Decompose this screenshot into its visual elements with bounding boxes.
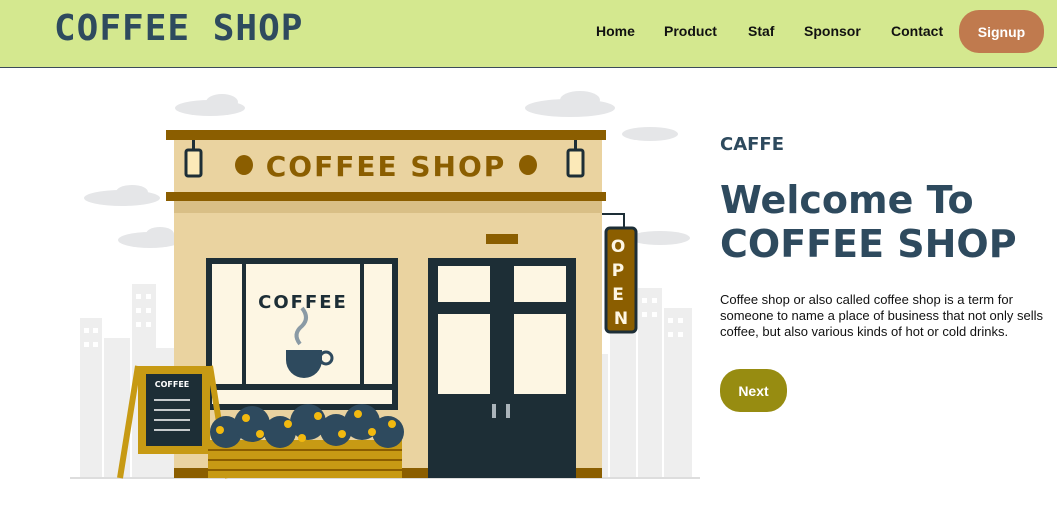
flower-planter	[208, 404, 404, 478]
nav-link-staf[interactable]: Staf	[748, 23, 774, 39]
hero-title: Welcome To COFFEE SHOP	[720, 178, 1050, 266]
nav-link-sponsor[interactable]: Sponsor	[804, 23, 861, 39]
nav-menu: Home Product Staf Sponsor Contact	[0, 23, 1057, 43]
open-sign-letter: P	[612, 261, 624, 281]
open-sign-letter: E	[612, 285, 624, 305]
nav-link-home[interactable]: Home	[596, 23, 635, 39]
nav-link-contact[interactable]: Contact	[891, 23, 943, 39]
next-button[interactable]: Next	[720, 369, 787, 412]
navbar: COFFEE SHOP Home Product Staf Sponsor Co…	[0, 0, 1057, 68]
open-sign: O P E N	[602, 213, 638, 334]
menu-board-title: COFFEE	[155, 380, 190, 389]
shop-sign-text: COFFEE SHOP	[266, 150, 507, 183]
shop-window: COFFEE	[206, 258, 398, 410]
nav-link-product[interactable]: Product	[664, 23, 717, 39]
signup-button[interactable]: Signup	[959, 10, 1044, 53]
shop-door	[428, 234, 576, 478]
hero-eyebrow: CAFFE	[720, 134, 785, 155]
shop-sign: COFFEE SHOP	[235, 150, 537, 183]
coffee-bean-icon	[235, 155, 253, 175]
coffee-bean-icon	[519, 155, 537, 175]
open-sign-letter: N	[614, 309, 628, 329]
hero-title-line2: COFFEE SHOP	[720, 222, 1017, 266]
open-sign-letter: O	[611, 237, 625, 257]
hero-description: Coffee shop or also called coffee shop i…	[720, 292, 1044, 339]
hero-title-line1: Welcome To	[720, 178, 974, 222]
coffee-shop-illustration: COFFEE SHOP COFFEE O P E N COFFEE	[70, 91, 700, 479]
